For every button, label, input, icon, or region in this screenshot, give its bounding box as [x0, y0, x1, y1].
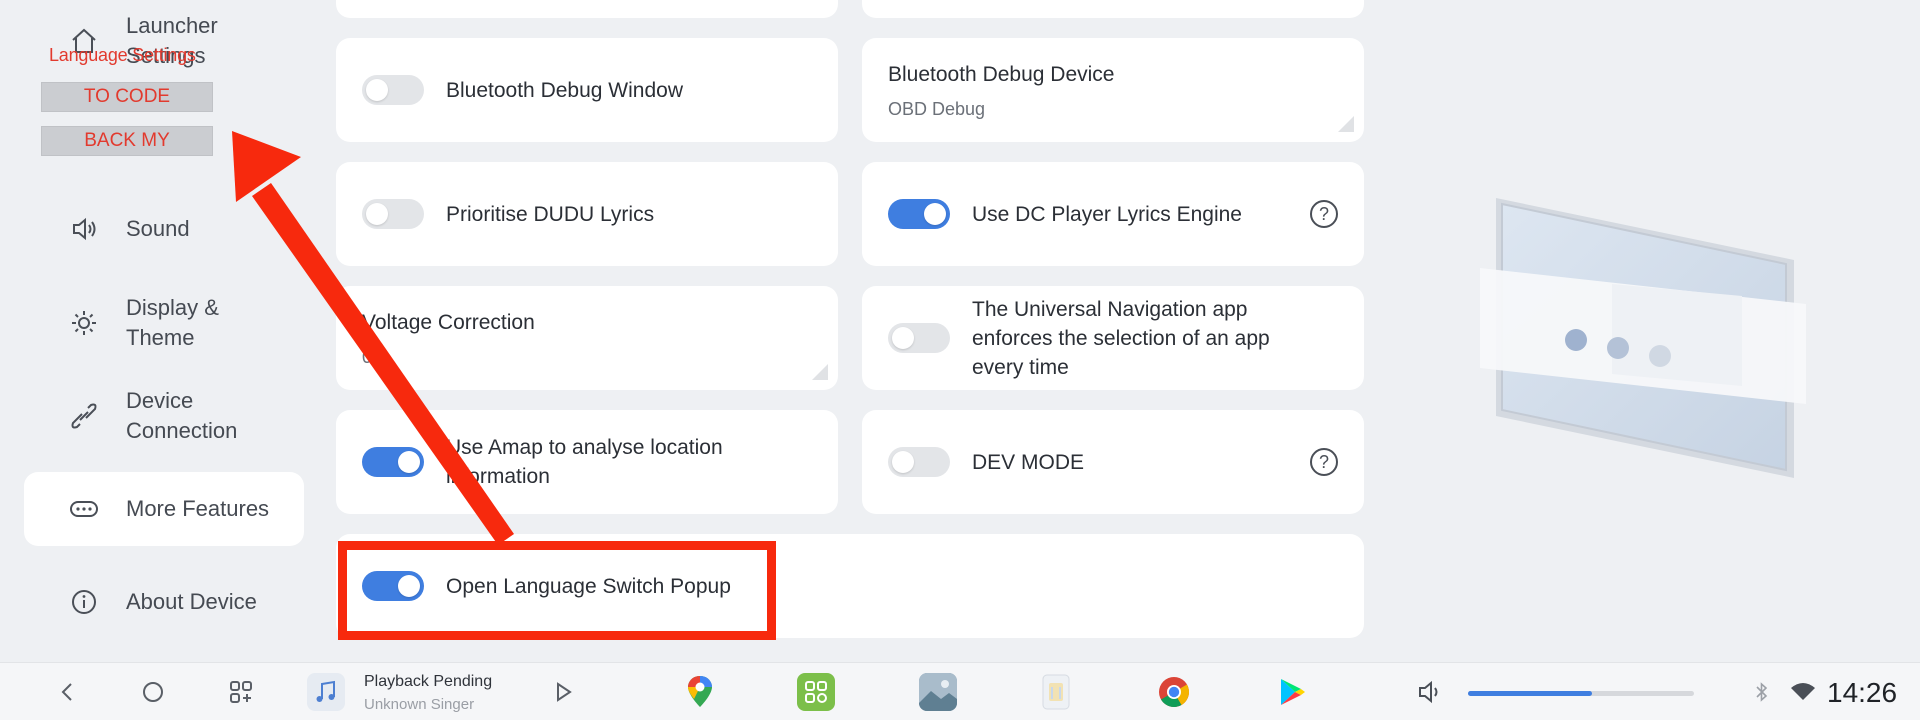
- play-icon[interactable]: [548, 663, 578, 720]
- dc-player-lyrics-card[interactable]: Use DC Player Lyrics Engine ?: [862, 162, 1364, 266]
- file-icon[interactable]: [1036, 663, 1076, 720]
- dev-mode-label: DEV MODE: [972, 450, 1085, 474]
- bluetooth-debug-device-value: OBD Debug: [888, 99, 986, 119]
- prioritise-dudu-lyrics-label: Prioritise DUDU Lyrics: [446, 202, 655, 226]
- device-illustration: [1480, 198, 1806, 478]
- volume-icon[interactable]: [1412, 663, 1448, 720]
- bluetooth-icon[interactable]: [1750, 663, 1774, 720]
- chrome-icon[interactable]: [1154, 663, 1194, 720]
- settings-card-partial: [336, 0, 838, 18]
- taskbar: Playback Pending Unknown Singer 14:26: [0, 662, 1920, 720]
- prioritise-dudu-lyrics-toggle[interactable]: [362, 199, 424, 229]
- voltage-correction-card[interactable]: Voltage Correction 0.0: [336, 286, 838, 390]
- sidebar: Launcher Settings Language Settings TO C…: [0, 0, 318, 662]
- media-artist: Unknown Singer: [364, 696, 475, 713]
- help-icon[interactable]: ?: [1310, 200, 1338, 228]
- corner-mark: [1338, 116, 1354, 132]
- to-code-button[interactable]: TO CODE: [41, 82, 213, 112]
- sidebar-item-more-features[interactable]: More Features: [24, 472, 304, 546]
- more-icon: [64, 489, 104, 529]
- sidebar-item-device-connection[interactable]: Device Connection: [24, 379, 304, 453]
- dc-player-lyrics-label: Use DC Player Lyrics Engine: [972, 202, 1242, 226]
- dev-mode-card[interactable]: DEV MODE ?: [862, 410, 1364, 514]
- home-circle-icon[interactable]: [138, 663, 168, 720]
- sidebar-item-label: Display & Theme: [126, 295, 219, 350]
- universal-navigation-label: The Universal Navigation app enforces th…: [972, 297, 1270, 379]
- sidebar-item-sound[interactable]: Sound: [24, 192, 304, 266]
- speaker-icon: [64, 209, 104, 249]
- volume-slider[interactable]: [1468, 691, 1694, 696]
- link-icon: [64, 396, 104, 436]
- language-settings-title: Language Settings: [49, 45, 196, 65]
- dev-mode-toggle[interactable]: [888, 447, 950, 477]
- back-icon[interactable]: [52, 663, 82, 720]
- bluetooth-debug-device-card[interactable]: Bluetooth Debug Device OBD Debug: [862, 38, 1364, 142]
- app-grid-icon[interactable]: [796, 663, 836, 720]
- bluetooth-debug-window-toggle[interactable]: [362, 75, 424, 105]
- bluetooth-debug-device-label: Bluetooth Debug Device: [888, 63, 1115, 86]
- prioritise-dudu-lyrics-card[interactable]: Prioritise DUDU Lyrics: [336, 162, 838, 266]
- back-my-button[interactable]: BACK MY: [41, 126, 213, 156]
- voltage-correction-label: Voltage Correction: [362, 311, 535, 334]
- universal-navigation-toggle[interactable]: [888, 323, 950, 353]
- apps-grid-icon[interactable]: [226, 663, 256, 720]
- wifi-icon[interactable]: [1786, 663, 1820, 720]
- sidebar-item-label: More Features: [126, 496, 270, 521]
- sun-icon: [64, 303, 104, 343]
- bluetooth-debug-window-card[interactable]: Bluetooth Debug Window: [336, 38, 838, 142]
- music-note-icon[interactable]: [304, 663, 348, 720]
- corner-mark: [812, 364, 828, 380]
- sidebar-item-label: Device Connection: [126, 388, 238, 443]
- settings-card-partial: [862, 0, 1364, 18]
- amap-location-toggle[interactable]: [362, 447, 424, 477]
- info-icon: [64, 582, 104, 622]
- sidebar-item-about-device[interactable]: About Device: [24, 565, 304, 639]
- annotation-highlight-box: [338, 541, 776, 640]
- universal-navigation-card[interactable]: The Universal Navigation app enforces th…: [862, 286, 1364, 390]
- voltage-correction-value: 0.0: [362, 347, 388, 367]
- google-maps-icon[interactable]: [680, 663, 720, 720]
- clock: 14:26: [1827, 677, 1898, 708]
- amap-location-label: Use Amap to analyse location information: [446, 436, 723, 488]
- help-icon[interactable]: ?: [1310, 448, 1338, 476]
- sidebar-item-display-theme[interactable]: Display & Theme: [24, 286, 304, 360]
- dc-player-lyrics-toggle[interactable]: [888, 199, 950, 229]
- sidebar-item-label: Sound: [126, 216, 190, 241]
- sidebar-item-launcher-settings[interactable]: Launcher Settings: [24, 4, 304, 78]
- play-store-icon[interactable]: [1272, 663, 1312, 720]
- volume-slider-fill: [1468, 691, 1593, 696]
- media-title: Playback Pending: [364, 673, 493, 690]
- amap-location-card[interactable]: Use Amap to analyse location information: [336, 410, 838, 514]
- sidebar-item-label: About Device: [126, 589, 257, 614]
- gallery-icon[interactable]: [918, 663, 958, 720]
- bluetooth-debug-window-label: Bluetooth Debug Window: [446, 78, 683, 102]
